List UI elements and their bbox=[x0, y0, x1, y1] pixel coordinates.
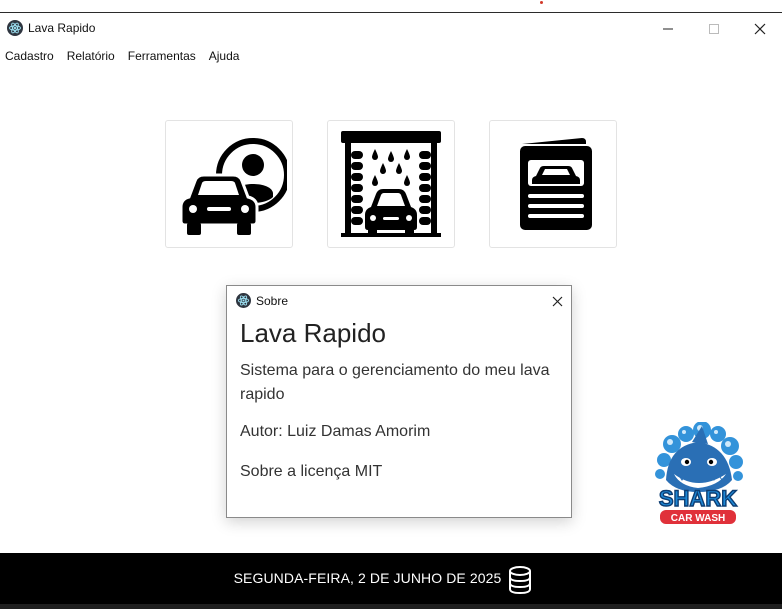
screen-top-edge bbox=[0, 0, 782, 13]
license-link[interactable]: Sobre a licença MIT bbox=[240, 463, 382, 481]
close-icon bbox=[754, 23, 766, 35]
minimize-button[interactable] bbox=[645, 14, 691, 44]
status-bar: SEGUNDA-FEIRA, 2 DE JUNHO DE 2025 bbox=[0, 553, 782, 609]
dialog-description: Sistema para o gerenciamento do meu lava… bbox=[240, 362, 550, 403]
dialog-heading: Lava Rapido bbox=[240, 318, 386, 348]
maximize-icon bbox=[709, 24, 719, 34]
about-dialog: Sobre Lava Rapido Sistema para o gerenci… bbox=[226, 285, 572, 518]
electron-atom-icon bbox=[236, 293, 251, 308]
car-wash-icon bbox=[341, 131, 441, 237]
menu-bar: Cadastro Relatório Ferramentas Ajuda bbox=[0, 44, 782, 68]
notification-dot bbox=[540, 1, 543, 4]
vehicle-document-tile-button[interactable] bbox=[489, 120, 617, 248]
dialog-close-button[interactable] bbox=[549, 293, 565, 309]
menu-relatorio[interactable]: Relatório bbox=[67, 49, 115, 63]
minimize-icon bbox=[663, 28, 673, 30]
menu-cadastro[interactable]: Cadastro bbox=[5, 49, 54, 63]
electron-atom-icon bbox=[7, 20, 23, 36]
app-window: Lava Rapido Cadastro Relatório Ferrament… bbox=[0, 0, 782, 609]
dialog-title: Sobre bbox=[256, 294, 289, 308]
maximize-button[interactable] bbox=[691, 14, 737, 44]
logo-carwash-text: CAR WASH bbox=[671, 513, 725, 524]
close-window-button[interactable] bbox=[737, 14, 782, 44]
close-icon bbox=[552, 296, 562, 306]
menu-ajuda[interactable]: Ajuda bbox=[209, 49, 240, 63]
shark-car-wash-logo: SHARK CAR WASH bbox=[655, 422, 743, 524]
customer-tile-button[interactable] bbox=[165, 120, 293, 248]
car-wash-tile-button[interactable] bbox=[327, 120, 455, 248]
window-title: Lava Rapido bbox=[28, 21, 96, 35]
menu-ferramentas[interactable]: Ferramentas bbox=[128, 49, 196, 63]
vehicle-document-icon bbox=[520, 138, 592, 230]
customer-car-icon bbox=[179, 138, 287, 235]
database-icon[interactable] bbox=[508, 566, 532, 594]
dialog-author: Autor: Luiz Damas Amorim bbox=[240, 423, 431, 440]
logo-shark-text: SHARK bbox=[659, 486, 737, 511]
current-date: SEGUNDA-FEIRA, 2 DE JUNHO DE 2025 bbox=[233, 570, 502, 586]
title-bar: Lava Rapido bbox=[0, 14, 782, 44]
taskbar-strip bbox=[0, 604, 782, 609]
